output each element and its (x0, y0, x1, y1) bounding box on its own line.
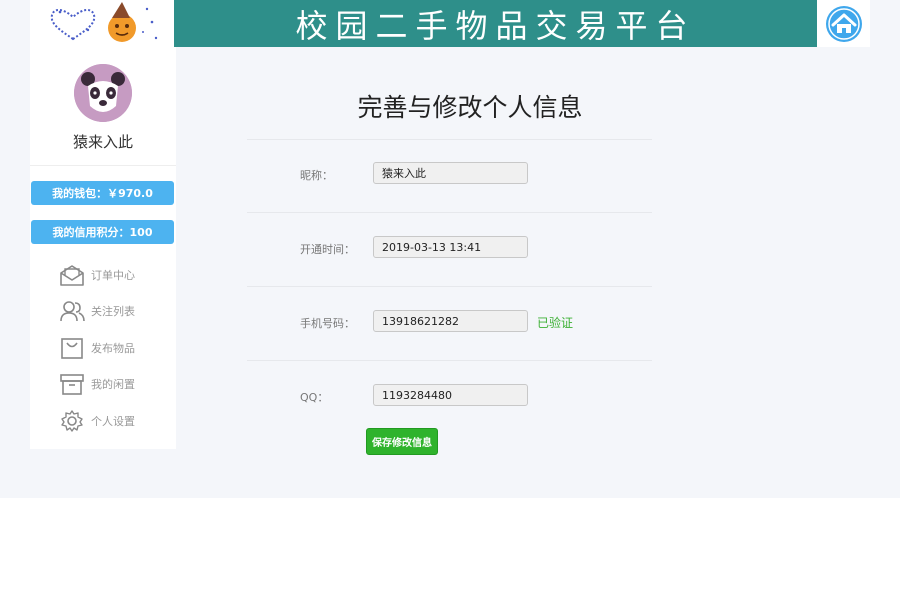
nickname-label: 昵称： (300, 169, 333, 182)
sidebar-item-label: 我的闲置 (91, 378, 135, 391)
open-time-label: 开通时间： (300, 243, 355, 256)
section-divider (247, 212, 652, 213)
page-title: 完善与修改个人信息 (357, 93, 583, 122)
sidebar: 猿来入此 我的钱包：￥970.0 我的信用积分：100 订单中心 关注列表 发布… (30, 47, 176, 449)
home-button[interactable] (817, 0, 870, 47)
shopping-bag-icon (58, 335, 86, 361)
qq-label: QQ： (300, 391, 329, 404)
phone-label: 手机号码： (300, 317, 355, 330)
wallet-button[interactable]: 我的钱包：￥970.0 (31, 181, 174, 205)
archive-box-icon (58, 371, 86, 397)
site-title-banner: 校园二手物品交易平台 (174, 0, 817, 47)
envelope-open-icon (58, 262, 86, 288)
site-logo[interactable] (30, 0, 174, 47)
sidebar-divider (30, 165, 176, 166)
sidebar-item-publish[interactable]: 发布物品 (58, 333, 168, 363)
sidebar-item-label: 发布物品 (91, 342, 135, 355)
section-divider (247, 286, 652, 287)
credit-score-button[interactable]: 我的信用积分：100 (31, 220, 174, 244)
sidebar-item-label: 关注列表 (91, 305, 135, 318)
users-icon (58, 298, 86, 324)
sidebar-item-label: 个人设置 (91, 415, 135, 428)
panda-avatar-icon (74, 64, 132, 122)
section-divider (247, 360, 652, 361)
logo-heart-pumpkin-icon (50, 2, 158, 42)
home-icon (825, 5, 862, 42)
save-changes-button[interactable]: 保存修改信息 (366, 428, 438, 455)
sidebar-item-my-idle[interactable]: 我的闲置 (58, 369, 168, 399)
open-time-field[interactable]: 2019-03-13 13:41 (373, 236, 528, 258)
username: 猿来入此 (72, 133, 133, 151)
gear-icon (58, 408, 86, 434)
phone-field[interactable]: 13918621282 (373, 310, 528, 332)
section-divider (247, 139, 652, 140)
sidebar-item-settings[interactable]: 个人设置 (58, 406, 168, 436)
sidebar-item-following[interactable]: 关注列表 (58, 296, 168, 326)
sidebar-item-orders[interactable]: 订单中心 (58, 260, 168, 290)
avatar[interactable] (74, 64, 132, 122)
phone-verified-badge: 已验证 (537, 316, 574, 330)
nickname-field[interactable]: 猿来入此 (373, 162, 528, 184)
site-title: 校园二手物品交易平台 (295, 6, 696, 45)
qq-field[interactable]: 1193284480 (373, 384, 528, 406)
sidebar-item-label: 订单中心 (91, 269, 135, 282)
